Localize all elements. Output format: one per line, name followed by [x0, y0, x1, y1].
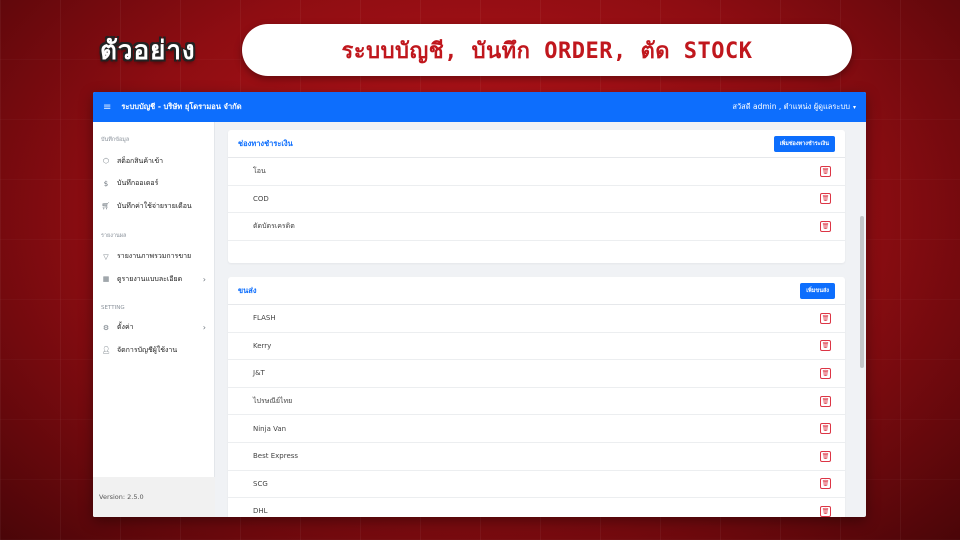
carrier-name: Ninja Van: [253, 424, 287, 433]
card-title: ช่องทางชำระเงิน: [238, 138, 293, 148]
trash-icon[interactable]: 🗑︎: [820, 423, 831, 435]
sidebar-item-detailed-report[interactable]: ▦ ดูรายงานแบบละเอียด ›: [93, 268, 214, 291]
carrier-name: Best Express: [253, 452, 299, 461]
list-item: DHL 🗑︎: [228, 498, 845, 517]
sidebar-item-label: ตั้งค่า: [117, 323, 134, 332]
trash-icon[interactable]: 🗑︎: [820, 193, 831, 205]
box-icon: ⬡: [102, 157, 110, 166]
trash-icon[interactable]: 🗑︎: [820, 220, 831, 232]
shipping-card: ขนส่ง เพิ่มขนส่ง FLASH 🗑︎ Kerry 🗑︎ J&T 🗑…: [228, 277, 845, 517]
carrier-name: SCG: [253, 479, 268, 488]
gear-icon: ⚙: [102, 323, 110, 332]
trash-icon[interactable]: 🗑︎: [820, 478, 831, 490]
sidebar-item-label: บันทึกค่าใช้จ่ายรายเดือน: [117, 201, 192, 210]
list-item: FLASH 🗑︎: [228, 305, 845, 333]
list-item: COD 🗑︎: [228, 186, 845, 214]
cart-icon: 🛒︎: [101, 202, 111, 211]
sidebar-item-user-accounts[interactable]: 👤︎ จัดการบัญชีผู้ใช้งาน: [93, 339, 214, 362]
sidebar-item-orders[interactable]: $ บันทึกออเดอร์: [93, 173, 214, 196]
payment-method-name: COD: [253, 194, 269, 203]
carrier-name: J&T: [253, 369, 265, 378]
app-window: ≡ ระบบบัญชี - บริษัท ยุโดรามอน จำกัด สวั…: [93, 92, 866, 517]
example-label: ตัวอย่าง: [100, 36, 196, 66]
trash-icon[interactable]: 🗑︎: [820, 450, 831, 462]
list-item: SCG 🗑︎: [228, 471, 845, 499]
list-item: Kerry 🗑︎: [228, 333, 845, 361]
trash-icon[interactable]: 🗑︎: [820, 340, 831, 352]
sidebar-section-record: บันทึกข้อมูล: [101, 137, 130, 143]
sidebar-item-sales-overview[interactable]: ▽ รายงานภาพรวมการขาย: [93, 246, 214, 269]
app-title[interactable]: ระบบบัญชี - บริษัท ยุโดรามอน จำกัด: [121, 101, 241, 113]
trash-icon[interactable]: 🗑︎: [820, 367, 831, 379]
list-item: ไปรษณีย์ไทย 🗑︎: [228, 388, 845, 416]
card-header: ขนส่ง เพิ่มขนส่ง: [228, 277, 845, 305]
trash-icon[interactable]: 🗑︎: [820, 395, 831, 407]
sidebar-item-label: รายงานภาพรวมการขาย: [117, 252, 192, 261]
user-icon: 👤︎: [101, 346, 111, 355]
list-item: Best Express 🗑︎: [228, 443, 845, 471]
carrier-name: ไปรษณีย์ไทย: [253, 396, 293, 405]
trash-icon[interactable]: 🗑︎: [820, 312, 831, 324]
payment-method-name: ตัดบัตรเครดิต: [253, 221, 295, 230]
chevron-right-icon: ›: [202, 323, 206, 333]
sidebar-item-label: บันทึกออเดอร์: [117, 179, 159, 188]
headline-text: ระบบบัญชี, บันทึก ORDER, ตัด STOCK: [341, 38, 753, 64]
add-shipping-button[interactable]: เพิ่มขนส่ง: [800, 282, 835, 299]
sidebar-item-stock-in[interactable]: ⬡ สต็อกสินค้าเข้า: [93, 150, 214, 173]
list-item: โอน 🗑︎: [228, 158, 845, 186]
trash-icon[interactable]: 🗑︎: [820, 165, 831, 177]
card-title: ขนส่ง: [238, 285, 257, 295]
version-label: Version: 2.5.0: [93, 477, 215, 517]
add-payment-method-button[interactable]: เพิ่มช่องทางชำระเงิน: [773, 135, 835, 152]
sidebar-item-label: จัดการบัญชีผู้ใช้งาน: [117, 345, 178, 354]
vertical-scrollbar[interactable]: [860, 216, 864, 368]
card-header: ช่องทางชำระเงิน เพิ่มช่องทางชำระเงิน: [228, 130, 845, 158]
list-item: J&T 🗑︎: [228, 360, 845, 388]
sidebar-section-reports: รายงานผล: [101, 232, 127, 239]
chevron-right-icon: ›: [202, 274, 206, 284]
sidebar-section-setting: SETTING: [101, 304, 125, 311]
sidebar-item-settings[interactable]: ⚙ ตั้งค่า ›: [93, 317, 214, 340]
sidebar-item-label: สต็อกสินค้าเข้า: [117, 156, 164, 165]
list-item: ตัดบัตรเครดิต 🗑︎: [228, 213, 845, 241]
carrier-name: Kerry: [253, 341, 272, 350]
payment-method-name: โอน: [253, 166, 266, 175]
top-navbar: ≡ ระบบบัญชี - บริษัท ยุโดรามอน จำกัด สวั…: [93, 92, 866, 122]
carrier-name: FLASH: [253, 314, 276, 323]
payment-methods-card: ช่องทางชำระเงิน เพิ่มช่องทางชำระเงิน โอน…: [228, 130, 845, 263]
sidebar-item-label: ดูรายงานแบบละเอียด: [117, 274, 183, 283]
filter-icon: ▽: [103, 252, 109, 261]
user-menu[interactable]: สวัสดี admin , ตำแหน่ง ผู้ดูแลระบบ ▾: [732, 101, 856, 113]
list-item: Ninja Van 🗑︎: [228, 415, 845, 443]
sidebar-item-monthly-expenses[interactable]: 🛒︎ บันทึกค่าใช้จ่ายรายเดือน: [93, 195, 214, 218]
trash-icon[interactable]: 🗑︎: [820, 505, 831, 517]
headline-banner: ระบบบัญชี, บันทึก ORDER, ตัด STOCK: [242, 24, 852, 76]
dollar-icon: $: [103, 179, 109, 188]
caret-down-icon: ▾: [852, 104, 856, 111]
user-greeting: สวัสดี admin , ตำแหน่ง ผู้ดูแลระบบ: [732, 102, 850, 111]
main-content: ช่องทางชำระเงิน เพิ่มช่องทางชำระเงิน โอน…: [215, 122, 866, 517]
carrier-name: DHL: [253, 507, 268, 516]
hamburger-icon[interactable]: ≡: [103, 102, 111, 113]
grid-icon: ▦: [102, 275, 110, 284]
sidebar: บันทึกข้อมูล ⬡ สต็อกสินค้าเข้า $ บันทึกอ…: [93, 122, 215, 517]
